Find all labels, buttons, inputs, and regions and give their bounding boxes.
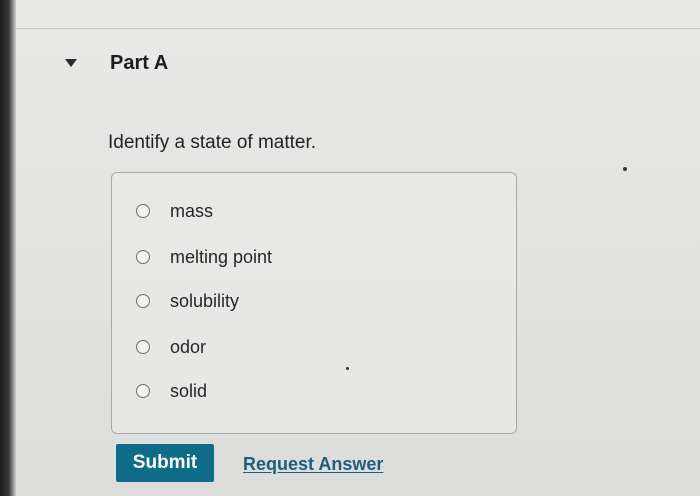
radio-button[interactable] [136, 384, 150, 398]
option-label: solid [170, 380, 208, 401]
option-label: mass [170, 200, 214, 221]
part-title[interactable]: Part A [110, 52, 168, 75]
radio-button[interactable] [136, 340, 150, 354]
option-label: odor [170, 336, 207, 357]
option-label: solubility [170, 290, 240, 311]
radio-button[interactable] [136, 294, 150, 308]
option-label: melting point [170, 246, 273, 267]
collapse-caret-icon[interactable] [65, 59, 77, 67]
option-solubility[interactable]: solubility [136, 289, 239, 313]
question-text: Identify a state of matter. [108, 132, 317, 153]
option-melting-point[interactable]: melting point [136, 245, 272, 269]
radio-button[interactable] [136, 204, 150, 218]
screen-speck [346, 367, 349, 370]
option-odor[interactable]: odor [136, 335, 206, 359]
section-divider [16, 28, 700, 29]
radio-button[interactable] [136, 250, 150, 264]
option-solid[interactable]: solid [136, 379, 207, 403]
answer-options: mass melting point solubility odor solid [111, 172, 517, 434]
screen-speck [623, 167, 627, 171]
submit-button[interactable]: Submit [116, 444, 214, 482]
screen-bezel [0, 0, 16, 496]
option-mass[interactable]: mass [136, 199, 213, 223]
request-answer-link[interactable]: Request Answer [243, 454, 383, 475]
screen: Part A Identify a state of matter. mass … [0, 0, 700, 496]
